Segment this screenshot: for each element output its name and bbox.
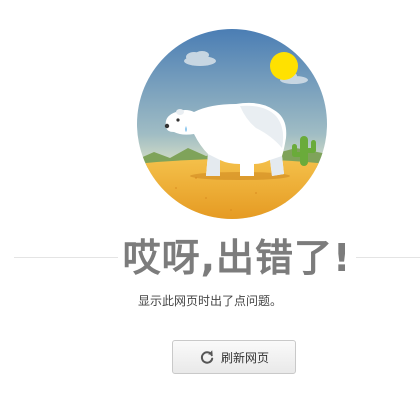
divider-right [356,257,420,258]
refresh-button-label: 刷新网页 [220,350,269,365]
polar-bear-desert-illustration [136,28,328,220]
error-headline: 哎呀,出错了! [122,236,352,280]
refresh-page-button[interactable]: 刷新网页 [172,340,296,374]
headline-row: 哎呀,出错了! [0,230,420,286]
error-message: 显示此网页时出了点问题。 [137,294,282,308]
refresh-icon [199,349,215,365]
divider-left [14,257,118,258]
